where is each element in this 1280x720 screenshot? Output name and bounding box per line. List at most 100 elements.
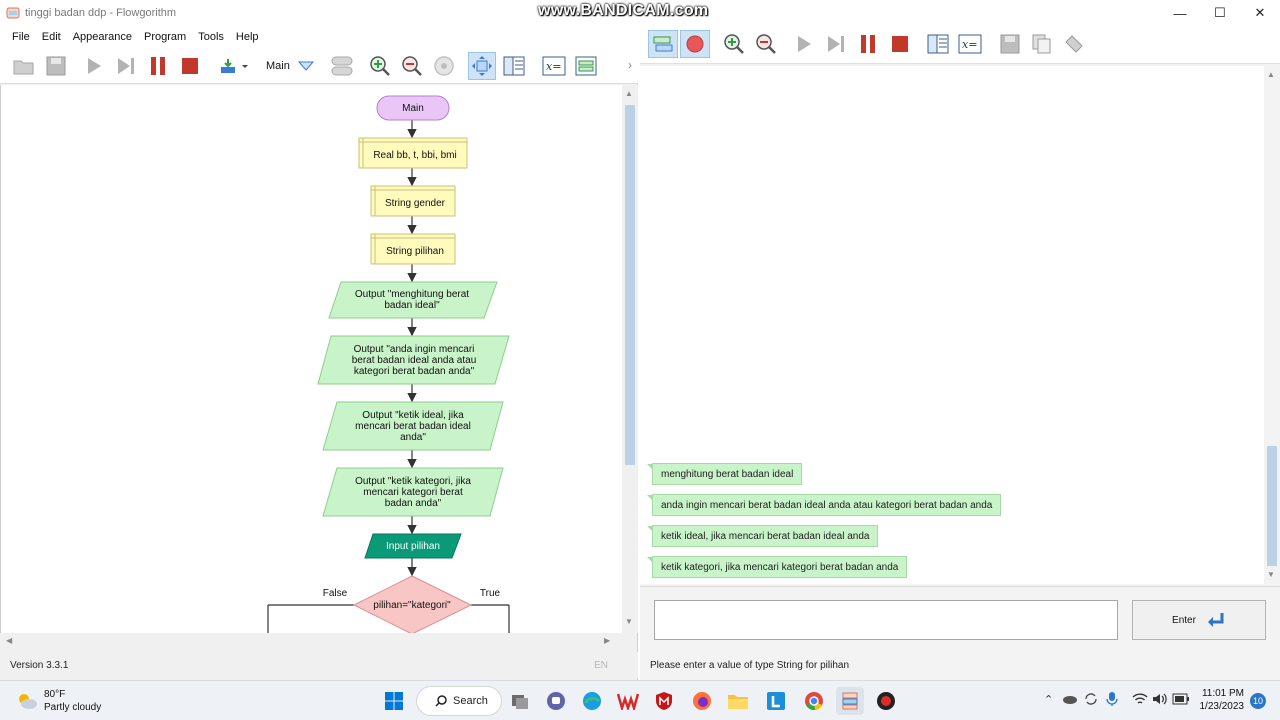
console-vertical-scrollbar[interactable]: ▲ ▼ (1264, 66, 1280, 584)
menu-help[interactable]: Help (230, 31, 265, 43)
flowgorithm-app-icon (6, 7, 20, 19)
console-status-bar: Please enter a value of type String for … (640, 652, 1280, 678)
zoom-out-icon[interactable] (752, 30, 780, 58)
open-folder-icon[interactable] (10, 52, 38, 80)
taskbar-search-box[interactable]: Search (416, 686, 502, 716)
speaker-volume-icon[interactable] (1152, 692, 1168, 709)
onedrive-cloud-icon[interactable] (1062, 693, 1078, 708)
mcafee-icon[interactable] (650, 687, 678, 715)
pause-icon[interactable] (854, 30, 882, 58)
console-input-field[interactable] (654, 600, 1118, 640)
maximize-button[interactable]: ☐ (1200, 0, 1240, 26)
stop-icon[interactable] (176, 52, 204, 80)
notification-badge[interactable]: 10 (1250, 693, 1266, 709)
scroll-right-arrow-icon[interactable]: ▶ (604, 636, 610, 645)
split-view-icon[interactable] (500, 52, 528, 80)
wps-office-icon[interactable] (614, 687, 642, 715)
svg-text:x=: x= (962, 38, 977, 51)
function-selector[interactable]: Main (266, 52, 326, 80)
console-title-bar: — ☐ ✕ (640, 0, 1280, 26)
copy-icon[interactable] (1028, 30, 1056, 58)
clear-eraser-icon[interactable] (1060, 30, 1088, 58)
console-input-area: Enter (640, 586, 1280, 652)
zoom-reset-icon[interactable] (430, 52, 458, 80)
menu-program[interactable]: Program (138, 31, 192, 43)
svg-text:x=: x= (546, 60, 561, 73)
battery-icon[interactable] (1172, 693, 1190, 708)
close-button[interactable]: ✕ (1240, 0, 1280, 26)
step-icon[interactable] (112, 52, 140, 80)
input-label: Input pilihan (386, 540, 440, 552)
bandicam-record-icon[interactable] (872, 687, 900, 715)
variable-watch-icon[interactable]: x= (956, 30, 984, 58)
file-explorer-icon[interactable] (724, 687, 752, 715)
function-selector-value: Main (266, 60, 290, 72)
language-indicator: EN (594, 659, 608, 671)
search-label: Search (453, 695, 488, 707)
task-view-icon[interactable] (506, 687, 534, 715)
scrollbar-thumb[interactable] (1267, 446, 1277, 566)
run-speed-icon[interactable] (216, 52, 252, 80)
output-label-1: Output "menghitung berat badan ideal" (354, 289, 470, 311)
run-icon[interactable] (790, 30, 818, 58)
scroll-up-arrow-icon[interactable]: ▲ (625, 89, 633, 98)
weather-widget[interactable]: 80°F Partly cloudy (16, 688, 101, 714)
menu-file[interactable]: File (6, 31, 36, 43)
run-icon[interactable] (80, 52, 108, 80)
pause-icon[interactable] (144, 52, 172, 80)
menu-bar: File Edit Appearance Program Tools Help (0, 26, 638, 48)
edge-browser-icon[interactable] (578, 687, 606, 715)
sync-icon[interactable] (1084, 692, 1098, 709)
console-window-icon[interactable] (572, 52, 600, 80)
stop-icon[interactable] (886, 30, 914, 58)
split-view-icon[interactable] (924, 30, 952, 58)
window-title: tinggi badan ddp - Flowgorithm (25, 7, 177, 19)
vertical-scrollbar[interactable]: ▲ ▼ (622, 85, 638, 633)
zoom-in-icon[interactable] (720, 30, 748, 58)
start-button[interactable] (380, 687, 408, 715)
firefox-icon[interactable] (688, 687, 716, 715)
scroll-down-arrow-icon[interactable]: ▼ (1267, 570, 1275, 579)
toolbar-overflow-chevron-icon[interactable]: › (628, 58, 632, 72)
save-icon[interactable] (996, 30, 1024, 58)
variable-watch-icon[interactable]: x= (540, 52, 568, 80)
horizontal-scrollbar[interactable]: ◀ ▶ (0, 633, 622, 649)
windows-taskbar: 80°F Partly cloudy Search ⌃ 11:01 PM 1/2… (0, 680, 1280, 720)
lightshot-l-icon[interactable] (762, 687, 790, 715)
enter-return-icon (1207, 613, 1224, 627)
stop-breakpoint-icon[interactable] (680, 30, 710, 58)
output-label-3: Output "ketik ideal, jika mencari berat … (355, 409, 471, 443)
function-manager-icon[interactable] (328, 52, 356, 80)
enter-button[interactable]: Enter (1132, 600, 1266, 640)
minimize-button[interactable]: — (1160, 0, 1200, 26)
decision-label: pilihan="kategori" (373, 599, 451, 611)
menu-appearance[interactable]: Appearance (67, 31, 138, 43)
partly-cloudy-icon (19, 694, 37, 709)
zoom-out-icon[interactable] (398, 52, 426, 80)
zoom-in-icon[interactable] (366, 52, 394, 80)
scroll-down-arrow-icon[interactable]: ▼ (625, 617, 633, 626)
flowchart-canvas[interactable]: Main Real bb, t, bbi, bmi String gender … (0, 85, 622, 633)
microphone-icon[interactable] (1106, 691, 1118, 710)
layout-chart-icon[interactable] (468, 52, 496, 80)
console-window: — ☐ ✕ x= menghitung berat badan ideal an… (640, 0, 1280, 680)
show-hidden-icons-chevron-icon[interactable]: ⌃ (1044, 693, 1053, 706)
search-icon (435, 695, 447, 707)
menu-edit[interactable]: Edit (36, 31, 67, 43)
step-icon[interactable] (822, 30, 850, 58)
taskbar-clock[interactable]: 11:01 PM 1/23/2023 (1192, 687, 1245, 713)
bandicam-watermark: www.BANDICAM.com (538, 2, 709, 19)
save-icon[interactable] (42, 52, 70, 80)
scroll-left-arrow-icon[interactable]: ◀ (6, 636, 12, 645)
chat-view-icon[interactable] (648, 30, 678, 58)
chrome-icon[interactable] (800, 687, 828, 715)
window-controls: — ☐ ✕ (1160, 0, 1280, 26)
wifi-icon[interactable] (1132, 692, 1148, 709)
scroll-up-arrow-icon[interactable]: ▲ (1267, 70, 1275, 79)
flowgorithm-taskbar-icon[interactable] (836, 687, 864, 715)
scrollbar-thumb[interactable] (625, 105, 635, 465)
menu-tools[interactable]: Tools (192, 31, 230, 43)
teams-chat-icon[interactable] (542, 687, 570, 715)
version-label: Version 3.3.1 (10, 659, 69, 671)
weather-description: Partly cloudy (44, 702, 102, 713)
